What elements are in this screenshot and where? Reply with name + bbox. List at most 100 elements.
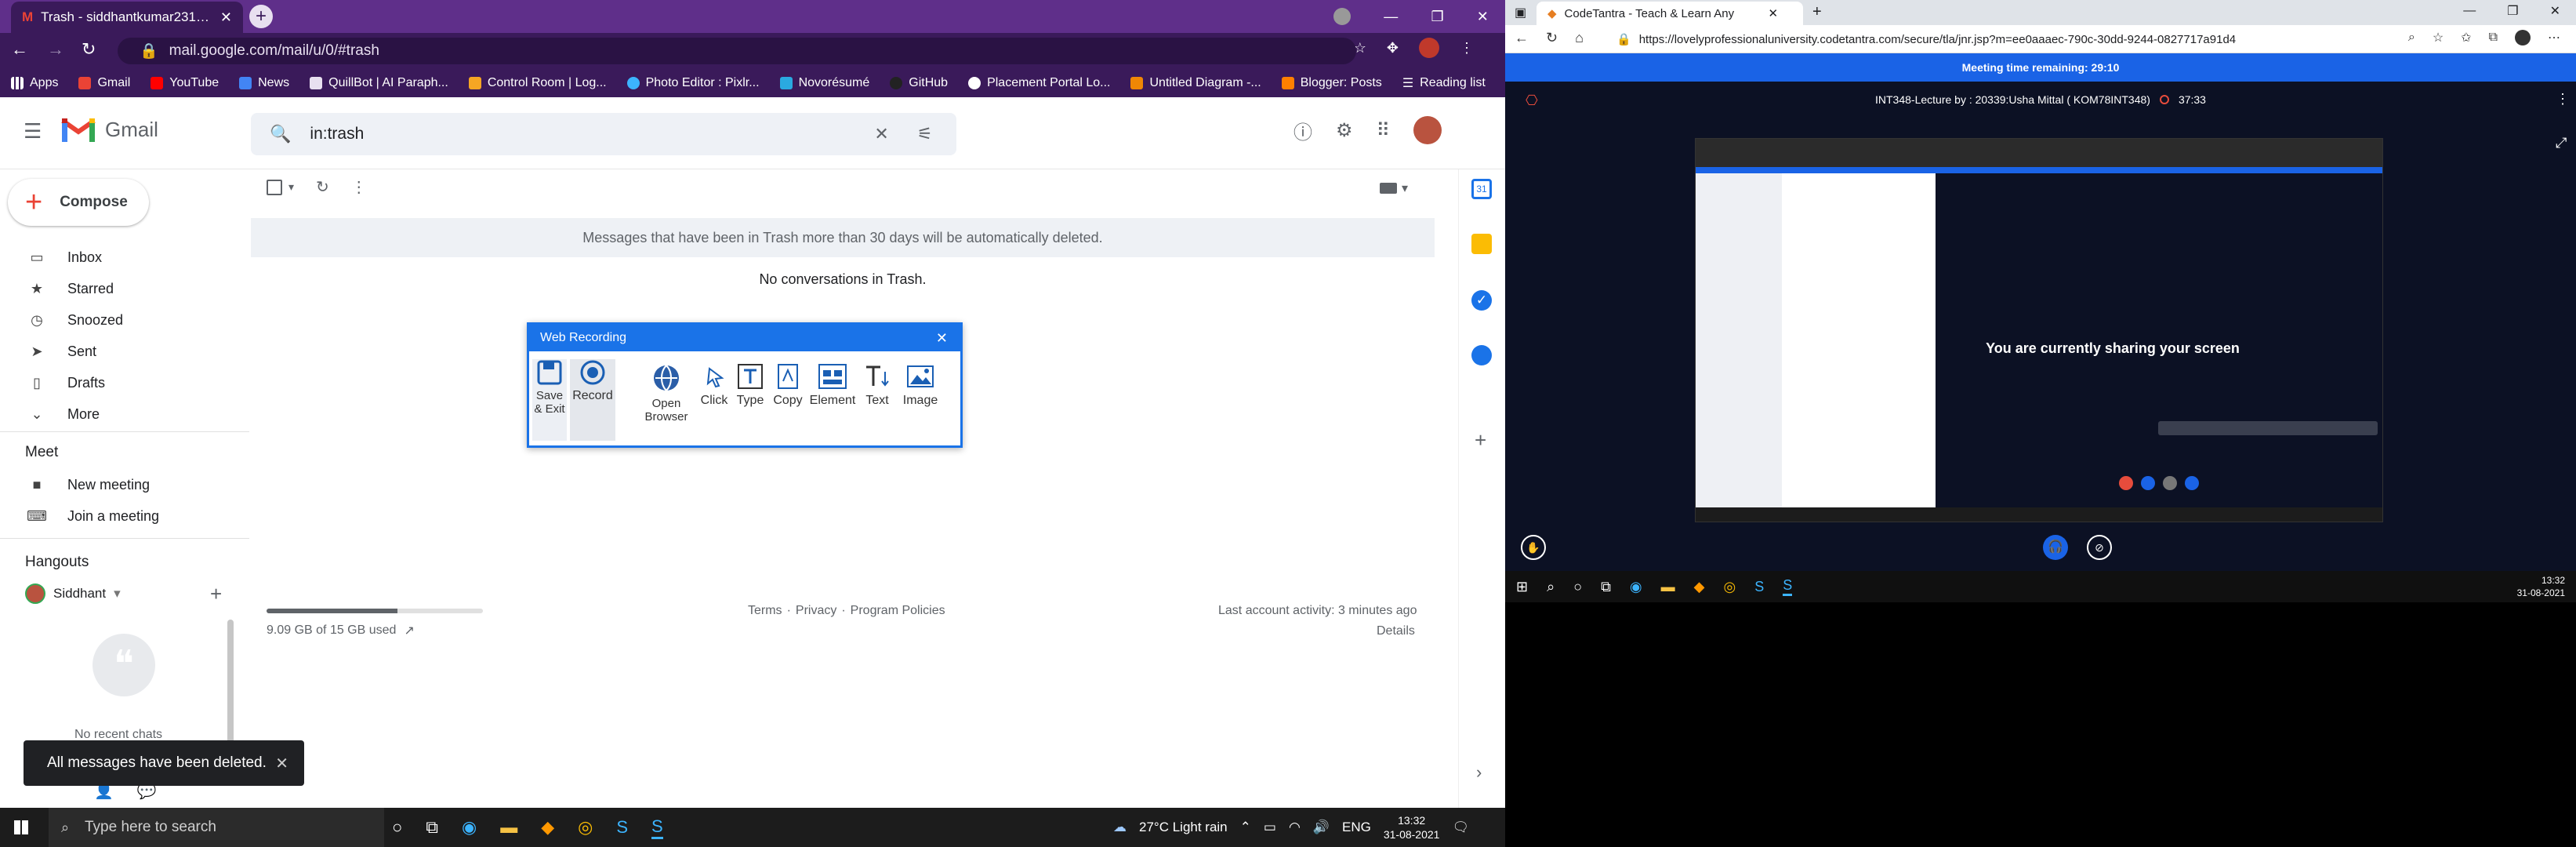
bookmark-item-4[interactable]: QuillBot | AI Paraph... (310, 76, 448, 90)
record-tool[interactable]: Record (570, 359, 615, 441)
help-icon[interactable]: ⓘ (1293, 117, 1312, 144)
right-reload-icon[interactable]: ↻ (1546, 30, 1558, 46)
web-recording-titlebar[interactable]: Web Recording ✕ (529, 325, 960, 351)
select-caret-icon[interactable]: ▾ (288, 180, 294, 194)
right-menu-icon[interactable]: ⋯ (2548, 30, 2560, 45)
element-tool[interactable]: Element (808, 362, 857, 438)
toast-close-icon[interactable]: ✕ (275, 754, 288, 773)
right-favorite-icon[interactable]: ☆ (2433, 30, 2444, 45)
network-icon[interactable]: ◠ (1289, 820, 1301, 835)
right-chrome-icon[interactable]: ◎ (1723, 579, 1736, 595)
task-view-icon[interactable]: ⧉ (426, 817, 438, 838)
bookmark-item-8[interactable]: GitHub (890, 76, 948, 90)
keep-icon[interactable] (1471, 234, 1492, 254)
maximize-icon[interactable]: ❐ (1431, 9, 1443, 25)
bookmark-item-2[interactable]: YouTube (151, 76, 219, 90)
audio-button[interactable]: 🎧 (2043, 535, 2068, 560)
right-new-tab-icon[interactable]: + (1812, 3, 1822, 21)
gmail-logo[interactable]: Gmail (61, 116, 158, 143)
expand-stage-icon[interactable]: ⤢ (2556, 135, 2567, 151)
right-cortana-icon[interactable]: ○ (1573, 579, 1582, 595)
image-tool[interactable]: Image (899, 362, 942, 438)
right-back-icon[interactable]: ← (1515, 30, 1529, 46)
right-close-icon[interactable]: ✕ (2550, 3, 2560, 19)
reading-list[interactable]: ☰ Reading list (1402, 75, 1486, 91)
footer-privacy-link[interactable]: Privacy (796, 604, 836, 618)
right-collections-icon[interactable]: ⧉ (2489, 31, 2498, 45)
clear-search-icon[interactable]: ✕ (874, 124, 888, 144)
details-link[interactable]: Details (1377, 624, 1415, 638)
right-profile-avatar[interactable] (2515, 30, 2531, 45)
battery-icon[interactable]: ▭ (1264, 820, 1276, 835)
close-tab-icon[interactable]: ✕ (220, 9, 232, 26)
back-icon[interactable]: ← (11, 39, 28, 60)
tray-chevron-icon[interactable]: ⌃ (1240, 820, 1251, 835)
address-bar[interactable]: 🔒 mail.google.com/mail/u/0/#trash (118, 38, 1356, 64)
settings-gear-icon[interactable]: ⚙ (1336, 119, 1353, 142)
bookmark-item-1[interactable]: Gmail (78, 76, 130, 90)
refresh-icon[interactable]: ↻ (316, 177, 329, 197)
footer-policies-link[interactable]: Program Policies (851, 604, 945, 618)
file-explorer-icon[interactable]: ▬ (500, 817, 517, 838)
add-addon-icon[interactable]: + (1475, 428, 1486, 453)
bookmark-item-6[interactable]: Photo Editor : Pixlr... (626, 76, 760, 90)
type-tool[interactable]: Type (733, 362, 767, 438)
right-app-s-icon[interactable]: S (1754, 579, 1764, 595)
tab-codetantra[interactable]: ◆ CodeTantra - Teach & Learn Any ✕ (1537, 2, 1803, 25)
meet-new-meeting[interactable]: ■ New meeting (0, 469, 249, 500)
sidebar-item-drafts[interactable]: ▯ Drafts (0, 367, 249, 398)
reload-icon[interactable]: ↻ (82, 39, 96, 60)
weather-icon[interactable]: ☁ (1113, 820, 1127, 835)
volume-icon[interactable]: 🔊 (1313, 820, 1330, 835)
tab-gmail-trash[interactable]: M Trash - siddhantkumar231@gm ✕ (11, 2, 243, 33)
search-options-icon[interactable]: ⚟ (917, 124, 933, 144)
right-zoom-icon[interactable]: ⌕ (2408, 31, 2415, 45)
clock[interactable]: 13:32 31-08-2021 (1384, 813, 1440, 842)
search-bar[interactable]: 🔍 ✕ ⚟ (251, 113, 956, 155)
taskbar-search-box[interactable]: ⌕ Type here to search (49, 808, 384, 847)
copy-tool[interactable]: Copy (771, 362, 805, 438)
sublime-icon[interactable]: ◆ (541, 817, 554, 838)
click-tool[interactable]: Click (698, 362, 730, 438)
bookmark-item-11[interactable]: Blogger: Posts (1281, 76, 1382, 90)
close-right-tab-icon[interactable]: ✕ (1769, 6, 1779, 20)
window-menu-icon[interactable]: ▣ (1515, 5, 1526, 20)
compose-button[interactable]: + Compose (8, 179, 149, 226)
right-taskview-icon[interactable]: ⧉ (1601, 579, 1611, 595)
right-start-icon[interactable]: ⊞ (1516, 579, 1528, 595)
right-address-bar[interactable]: 🔒 https://lovelyprofessionaluniversity.c… (1607, 28, 2391, 50)
sidebar-item-snoozed[interactable]: ◷ Snoozed (0, 304, 249, 336)
main-menu-icon[interactable]: ☰ (24, 119, 42, 144)
app-s-icon[interactable]: S (616, 817, 628, 838)
right-edge-icon[interactable]: ◉ (1630, 579, 1642, 595)
right-minimize-icon[interactable]: — (2463, 4, 2476, 18)
minimize-icon[interactable]: — (1384, 9, 1398, 25)
video-off-button[interactable]: ⊘ (2087, 535, 2112, 560)
more-actions-icon[interactable]: ⋮ (351, 177, 367, 197)
notifications-icon[interactable]: 🗨 (1452, 820, 1469, 835)
right-app-s-active-icon[interactable]: S (1783, 577, 1793, 596)
bookmark-item-3[interactable]: News (239, 76, 289, 90)
language-indicator[interactable]: ENG (1342, 820, 1371, 835)
sidebar-item-sent[interactable]: ➤ Sent (0, 336, 249, 367)
hangouts-user[interactable]: Siddhant ▾ (25, 583, 121, 604)
windows-start-icon[interactable] (14, 820, 28, 834)
cortana-icon[interactable]: ○ (392, 817, 402, 838)
right-clock[interactable]: 13:32 31-08-2021 (2517, 574, 2565, 599)
new-tab-button[interactable]: + (249, 5, 273, 28)
calendar-icon[interactable]: 31 (1471, 179, 1492, 199)
right-sublime-icon[interactable]: ◆ (1694, 579, 1705, 595)
menu-dots-icon[interactable]: ⋮ (1460, 40, 1474, 56)
search-icon[interactable]: 🔍 (270, 124, 291, 144)
sidebar-item-starred[interactable]: ★ Starred (0, 273, 249, 304)
keyboard-input-toggle[interactable]: ▾ (1380, 180, 1408, 196)
right-search-icon[interactable]: ⌕ (1547, 579, 1555, 595)
right-explorer-icon[interactable]: ▬ (1661, 579, 1675, 595)
text-tool[interactable]: Text (860, 362, 894, 438)
right-favorites-icon[interactable]: ✩ (2461, 30, 2471, 45)
tab-search-icon[interactable] (1333, 8, 1351, 25)
footer-terms-link[interactable]: Terms (748, 604, 782, 618)
meet-join-meeting[interactable]: ⌨ Join a meeting (0, 500, 249, 532)
bookmark-item-10[interactable]: Untitled Diagram -... (1130, 76, 1261, 90)
add-hangout-icon[interactable]: + (210, 582, 222, 606)
